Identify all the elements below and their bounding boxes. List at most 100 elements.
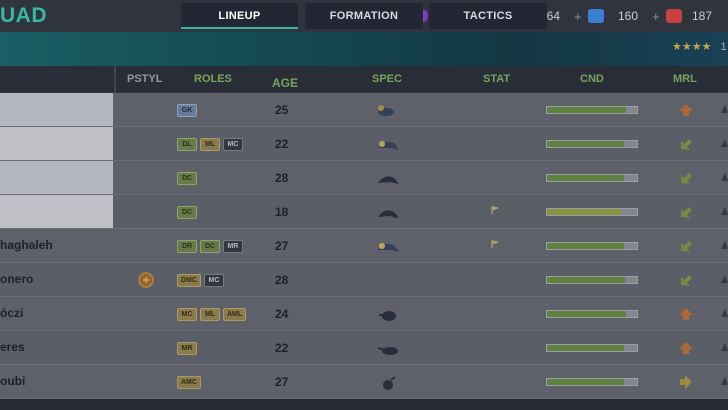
- table-row[interactable]: haghaleh DR DC MR 27: [0, 229, 728, 263]
- role-badge: ML: [200, 138, 220, 151]
- col-spec[interactable]: SPEC: [372, 73, 402, 85]
- morale-arrow-icon: [678, 272, 694, 288]
- col-cnd[interactable]: CND: [580, 73, 604, 85]
- morale-arrow-icon: [678, 170, 694, 186]
- role-badge: MR: [223, 240, 243, 253]
- role-badge: DL: [177, 138, 197, 151]
- player-age: 18: [275, 205, 289, 219]
- role-list: MR: [177, 342, 197, 355]
- role-list: GK: [177, 104, 197, 117]
- hidden-player-name: [0, 127, 113, 160]
- player-name[interactable]: onero: [0, 272, 33, 286]
- role-list: MC ML AML: [177, 308, 247, 321]
- add-cash-button[interactable]: +: [574, 9, 582, 24]
- specialty-icon: [378, 210, 399, 218]
- table-row[interactable]: eres MR 22: [0, 331, 728, 365]
- condition-fill: [547, 243, 625, 249]
- tab-band: [0, 32, 728, 66]
- player-name[interactable]: oubi: [0, 374, 25, 388]
- col-age[interactable]: AGE: [272, 76, 298, 90]
- condition-fill: [547, 141, 625, 147]
- role-badge: MC: [203, 274, 224, 287]
- chevron-up-icon[interactable]: [721, 103, 728, 117]
- morale-arrow-icon: [678, 374, 694, 390]
- tab-formation[interactable]: FORMATION: [305, 3, 423, 29]
- page-title: UAD: [0, 4, 47, 27]
- morale-arrow-icon: [678, 340, 694, 356]
- specialty-icon: [378, 176, 399, 184]
- role-list: AMC: [177, 376, 201, 389]
- table-row[interactable]: onero DMC MC 28: [0, 263, 728, 297]
- table-row[interactable]: DC 28: [0, 161, 728, 195]
- morale-arrow-icon: [678, 136, 694, 152]
- table-row[interactable]: oubi AMC 27: [0, 365, 728, 399]
- condition-bar: [546, 378, 638, 386]
- condition-bar: [546, 276, 638, 284]
- role-badge: ML: [200, 308, 220, 321]
- role-badge: GK: [177, 104, 197, 117]
- chevron-up-icon[interactable]: [721, 273, 728, 287]
- player-age: 28: [275, 273, 289, 287]
- morale-arrow-icon: [678, 102, 694, 118]
- specialty-icon: [378, 105, 394, 116]
- tab-tactics[interactable]: TACTICS: [429, 3, 547, 29]
- specialty-icon: [378, 141, 399, 150]
- player-name[interactable]: óczi: [0, 306, 23, 320]
- condition-fill: [547, 345, 625, 351]
- player-name[interactable]: eres: [0, 340, 25, 354]
- condition-fill: [547, 209, 621, 215]
- role-badge: DC: [177, 206, 197, 219]
- role-badge: MC: [177, 308, 197, 321]
- condition-bar: [546, 140, 638, 148]
- chevron-up-icon[interactable]: [721, 375, 728, 389]
- tab-lineup[interactable]: LINEUP: [181, 3, 298, 29]
- player-name[interactable]: haghaleh: [0, 238, 53, 252]
- condition-bar: [546, 242, 638, 250]
- rating-value: 1: [720, 41, 727, 53]
- morale-arrow-icon: [678, 238, 694, 254]
- table-row[interactable]: GK 25: [0, 93, 728, 127]
- table-row[interactable]: DL ML MC 22: [0, 127, 728, 161]
- role-list: DC: [177, 206, 197, 219]
- chevron-up-icon[interactable]: [721, 307, 728, 321]
- chevron-up-icon[interactable]: [721, 239, 728, 253]
- role-badge: DC: [177, 172, 197, 185]
- flag-icon: [491, 206, 499, 214]
- chevron-up-icon[interactable]: [721, 171, 728, 185]
- chevron-up-icon[interactable]: [721, 341, 728, 355]
- add-energy-button[interactable]: +: [652, 9, 660, 24]
- morale-arrow-icon: [678, 306, 694, 322]
- table-header: PSTYL ROLES AGE SPEC STAT CND MRL: [0, 66, 728, 93]
- chevron-up-icon[interactable]: [721, 137, 728, 151]
- chevron-up-icon[interactable]: [721, 205, 728, 219]
- table-row[interactable]: DC 18: [0, 195, 728, 229]
- specialty-icon: [375, 272, 401, 288]
- header-divider: [114, 66, 116, 93]
- specialty-icon: [379, 311, 396, 321]
- team-rating: ★★★★ 1: [672, 40, 727, 53]
- condition-bar: [546, 344, 638, 352]
- hidden-player-name: [0, 93, 113, 126]
- role-badge: DC: [200, 240, 220, 253]
- condition-fill: [547, 311, 627, 317]
- role-badge: DR: [177, 240, 197, 253]
- condition-fill: [547, 107, 627, 113]
- energy-icon: [588, 9, 604, 23]
- condition-fill: [547, 175, 624, 181]
- table-row[interactable]: óczi MC ML AML 24: [0, 297, 728, 331]
- condition-bar: [546, 310, 638, 318]
- specialty-icon: [378, 243, 399, 252]
- medical-icon: [666, 9, 682, 23]
- specialty-icon: [377, 347, 398, 355]
- condition-bar: [546, 174, 638, 182]
- col-stat[interactable]: STAT: [483, 73, 510, 85]
- role-badge: MR: [177, 342, 197, 355]
- player-age: 27: [275, 239, 289, 253]
- col-mrl[interactable]: MRL: [673, 73, 697, 85]
- currency-energy: 160 +: [588, 6, 660, 26]
- specialty-icon: [383, 376, 396, 390]
- col-pstyl[interactable]: PSTYL: [127, 73, 162, 85]
- rating-stars: ★★★★: [672, 41, 712, 53]
- energy-value: 160: [618, 9, 639, 23]
- col-roles[interactable]: ROLES: [194, 73, 232, 85]
